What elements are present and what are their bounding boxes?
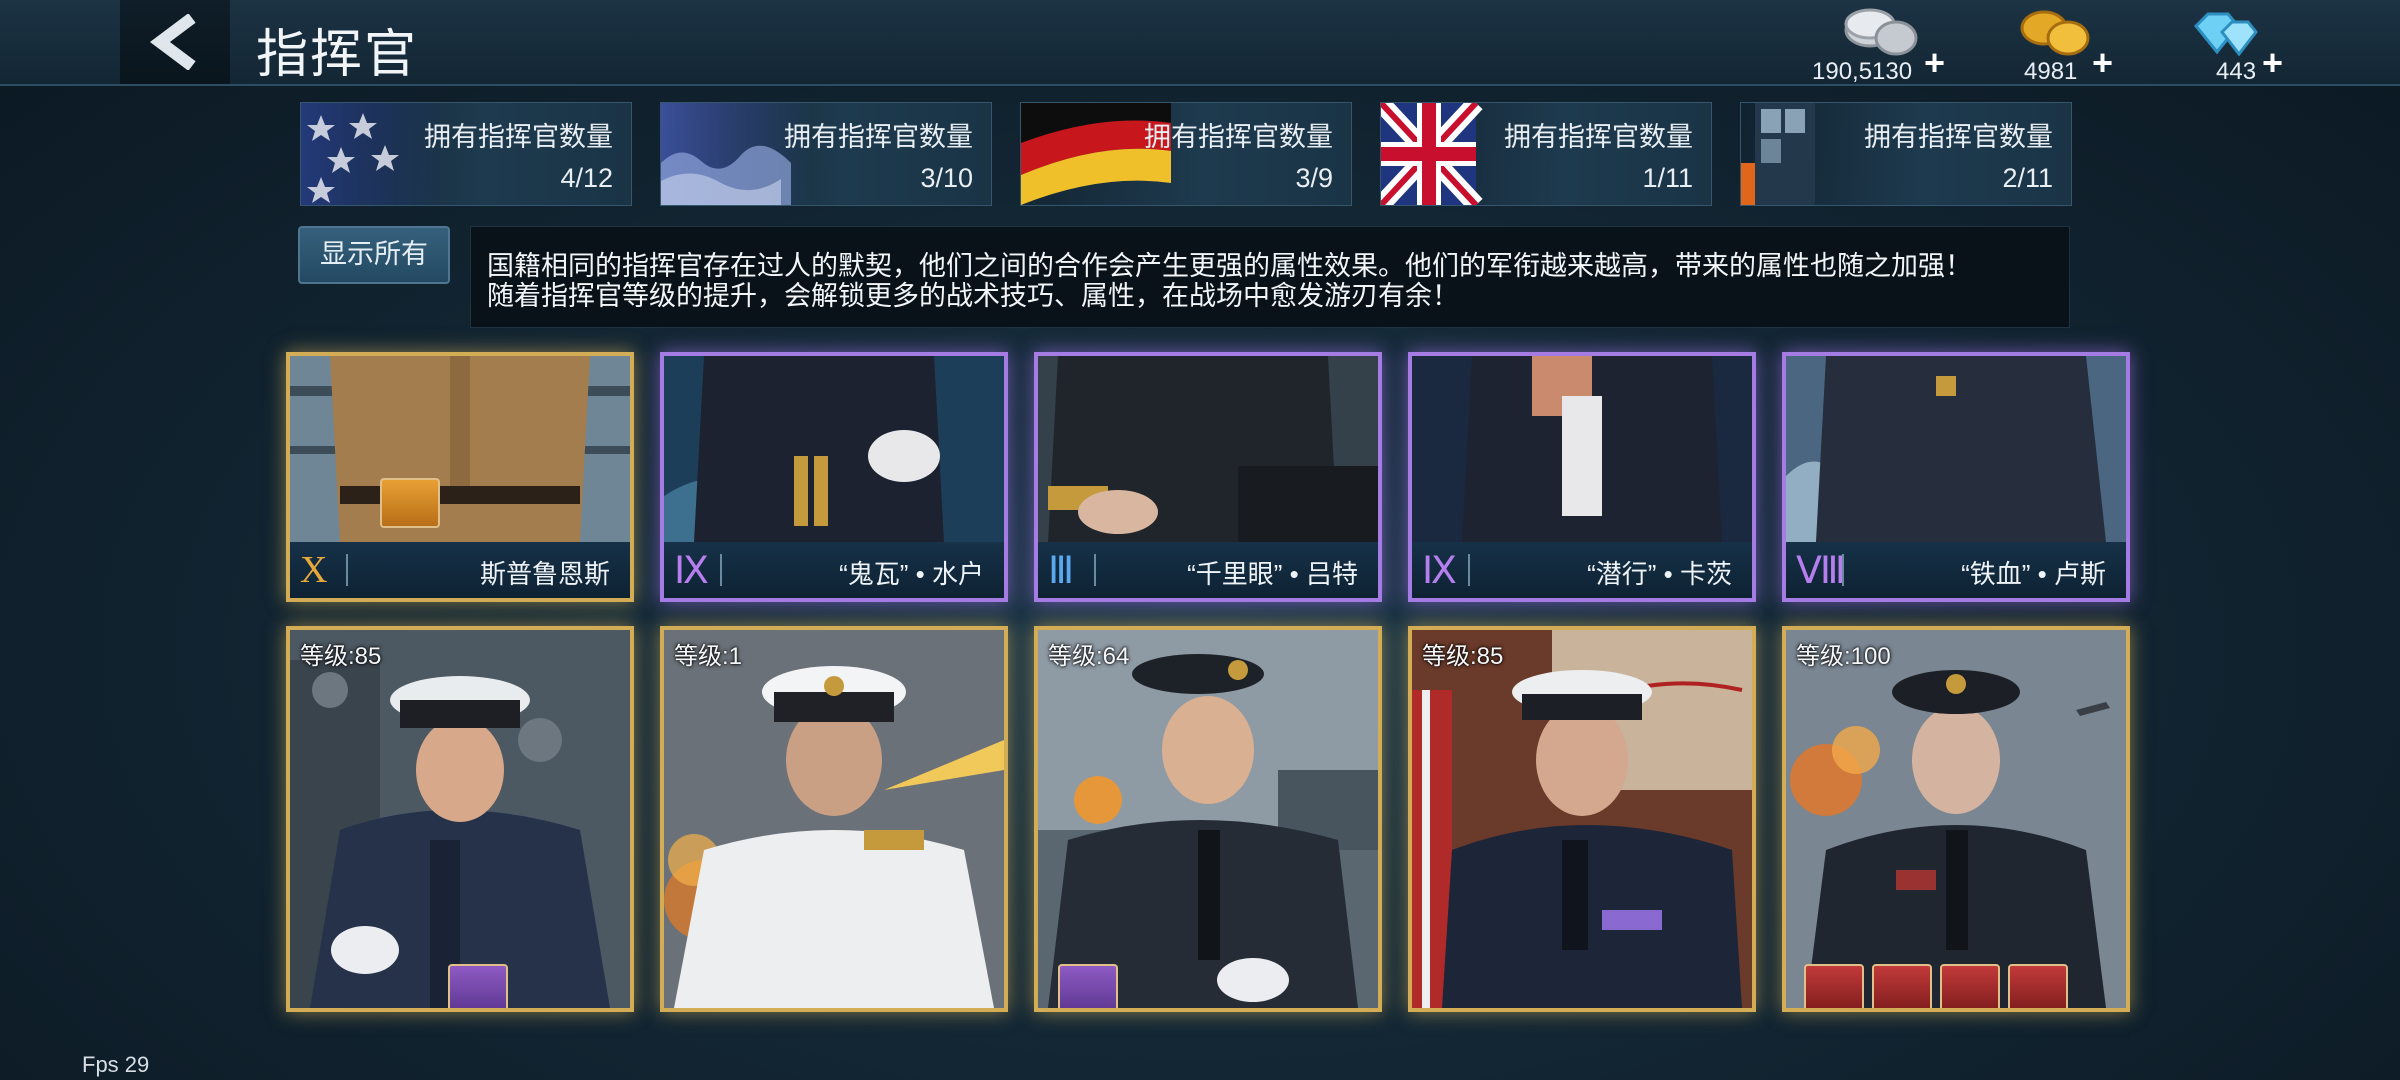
diamond-icon	[2193, 12, 2258, 57]
level-label: 等级:85	[1422, 643, 1504, 670]
nation-tab-count: 3/9	[1295, 163, 1333, 193]
silver-amount: 190,5130	[1812, 58, 1913, 85]
commander-portrait	[1038, 630, 1378, 1008]
info-text-line1: 国籍相同的指挥官存在过人的默契，他们之间的合作会产生更强的属性效果。他们的军衔越…	[487, 251, 1972, 281]
gold-currency: 4981 +	[2000, 6, 2120, 85]
info-panel: 国籍相同的指挥官存在过人的默契，他们之间的合作会产生更强的属性效果。他们的军衔越…	[470, 226, 2070, 328]
fps-counter: Fps 29	[82, 1052, 150, 1077]
nation-tab-usa[interactable]: 拥有指挥官数量 4/12	[300, 102, 632, 206]
name-bar: Ⅲ “千里眼” • 吕特	[1038, 542, 1378, 598]
commander-card[interactable]: Ⅸ “潜行” • 卡茨	[1408, 352, 1756, 602]
nation-tab-germany[interactable]: 拥有指挥官数量 3/9	[1020, 102, 1352, 206]
rank-badge: X	[300, 549, 328, 591]
nation-tab-label: 拥有指挥官数量	[784, 122, 973, 152]
name-bar: Ⅷ “铁血” • 卢斯	[1786, 542, 2126, 598]
nation-tab-count: 2/11	[2002, 163, 2053, 193]
commander-card[interactable]: Ⅲ “千里眼” • 吕特	[1034, 352, 1382, 602]
separator	[1094, 554, 1096, 586]
skill-icon-4	[2008, 964, 2068, 1008]
nation-tab-ussr[interactable]: 拥有指挥官数量 2/11	[1740, 102, 2072, 206]
commander-card[interactable]: 等级:100	[1782, 626, 2130, 1012]
commander-name: “鬼瓦” • 水户	[839, 559, 984, 589]
nation-tab-count: 3/10	[920, 163, 973, 193]
commander-card[interactable]: 等级:64	[1034, 626, 1382, 1012]
rank-badge: Ⅲ	[1048, 550, 1075, 592]
level-label: 等级:1	[674, 643, 743, 670]
commander-name: “铁血” • 卢斯	[1961, 559, 2106, 589]
separator	[720, 554, 722, 586]
level-label: 等级:100	[1796, 643, 1891, 670]
name-bar: Ⅸ “潜行” • 卡茨	[1412, 542, 1752, 598]
name-bar: Ⅸ “鬼瓦” • 水户	[664, 542, 1004, 598]
rank-badge: Ⅸ	[674, 550, 709, 592]
nation-tab-label: 拥有指挥官数量	[1504, 122, 1693, 152]
commander-name: 斯普鲁恩斯	[479, 559, 610, 589]
separator	[346, 554, 348, 586]
gold-amount: 4981	[2024, 58, 2078, 85]
skill-icon-2	[1872, 964, 1932, 1008]
add-silver-button[interactable]: +	[1924, 42, 1945, 84]
nation-tab-label: 拥有指挥官数量	[1864, 122, 2053, 152]
back-button[interactable]	[120, 0, 230, 84]
diamond-amount: 443	[2216, 58, 2257, 85]
commander-card[interactable]: 等级:1	[660, 626, 1008, 1012]
silver-coins-icon	[1844, 8, 1918, 56]
commander-card[interactable]: 等级:85	[1408, 626, 1756, 1012]
info-text-line2: 随着指挥官等级的提升，会解锁更多的战术技巧、属性，在战场中愈发游刃有余！	[487, 281, 1459, 311]
medal-skill-icon	[1058, 964, 1118, 1008]
page-title: 指挥官	[256, 26, 419, 84]
chevron-left-icon	[150, 14, 196, 70]
silver-currency: 190,5130 +	[1800, 6, 1960, 85]
commander-portrait	[1786, 630, 2126, 1008]
separator	[1468, 554, 1470, 586]
skill-icon-3	[1940, 964, 2000, 1008]
level-label: 等级:64	[1048, 643, 1130, 670]
commander-name: “千里眼” • 吕特	[1187, 559, 1358, 589]
show-all-button[interactable]: 显示所有	[298, 226, 450, 284]
skill-icon-1	[1804, 964, 1864, 1008]
rank-badge: Ⅷ	[1796, 550, 1847, 592]
commander-card[interactable]: X 斯普鲁恩斯	[286, 352, 634, 602]
diamond-currency: 443 +	[2170, 6, 2290, 85]
commander-name: “潜行” • 卡茨	[1587, 559, 1732, 589]
nation-tab-uk[interactable]: 拥有指挥官数量 1/11	[1380, 102, 1712, 206]
commander-portrait	[290, 630, 630, 1008]
commander-card[interactable]: 等级:85	[286, 626, 634, 1012]
nation-tab-japan[interactable]: 拥有指挥官数量 3/10	[660, 102, 992, 206]
level-label: 等级:85	[300, 643, 382, 670]
top-bar: 指挥官 190,5130 + 4981 + 443 +	[0, 0, 2400, 86]
separator	[1842, 554, 1844, 586]
commander-portrait	[664, 630, 1004, 1008]
commander-card[interactable]: Ⅸ “鬼瓦” • 水户	[660, 352, 1008, 602]
nation-tab-count: 1/11	[1642, 163, 1693, 193]
add-diamond-button[interactable]: +	[2262, 42, 2283, 84]
add-gold-button[interactable]: +	[2092, 42, 2113, 84]
rank-badge: Ⅸ	[1422, 550, 1457, 592]
nation-tab-label: 拥有指挥官数量	[1144, 122, 1333, 152]
commander-portrait	[1412, 630, 1752, 1008]
nation-tab-label: 拥有指挥官数量	[424, 122, 613, 152]
commander-card[interactable]: Ⅷ “铁血” • 卢斯	[1782, 352, 2130, 602]
name-bar: X 斯普鲁恩斯	[290, 542, 630, 598]
medal-skill-icon	[448, 964, 508, 1008]
gold-coins-icon	[2020, 10, 2090, 56]
nation-tab-count: 4/12	[560, 163, 613, 193]
pistol-skill-icon	[380, 478, 440, 528]
